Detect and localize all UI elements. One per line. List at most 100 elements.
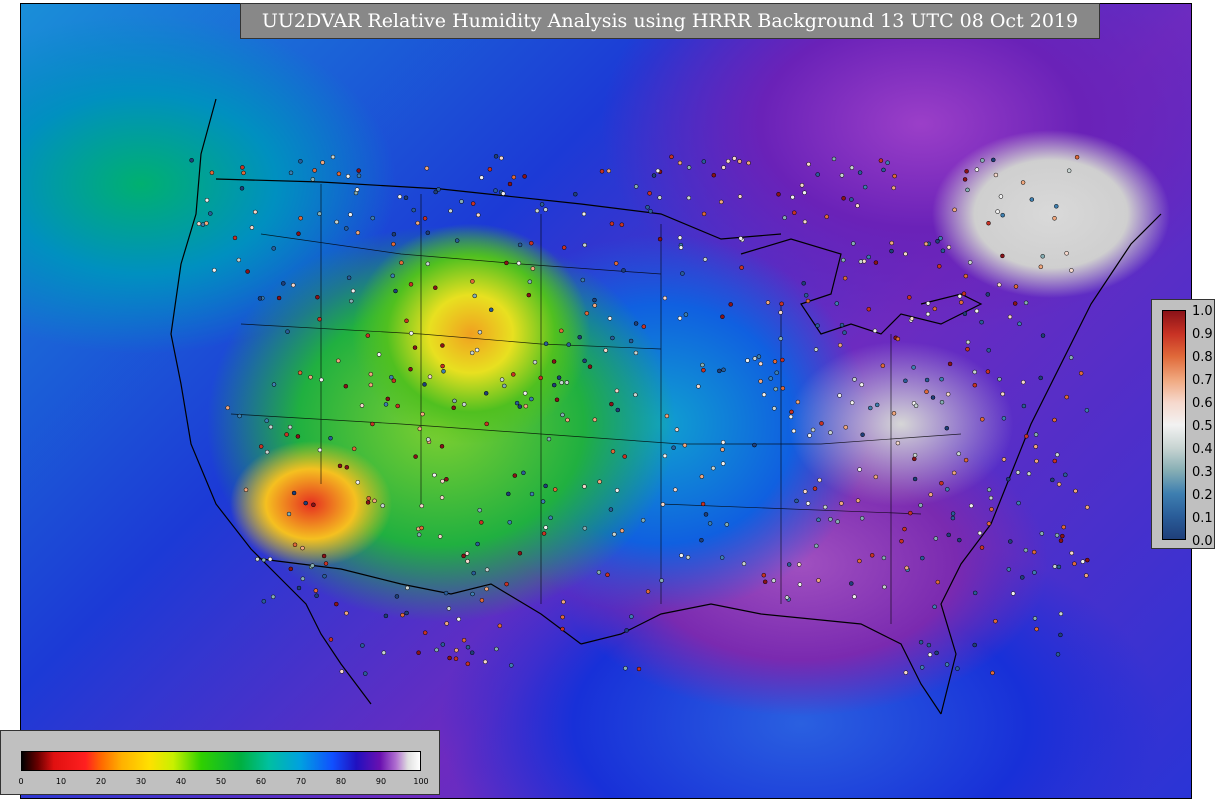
obs-marker — [925, 301, 931, 306]
legend-tick-label: 0.2 — [1192, 488, 1213, 503]
obs-marker — [1016, 500, 1021, 506]
obs-marker — [380, 503, 385, 508]
obs-marker — [813, 347, 819, 352]
colorbar-tick-label: 20 — [95, 777, 107, 786]
obs-marker — [741, 561, 747, 566]
obs-marker — [1085, 557, 1090, 563]
obs-marker — [546, 436, 552, 442]
obs-marker — [521, 470, 526, 476]
obs-marker — [784, 595, 790, 600]
obs-marker — [959, 300, 964, 305]
obs-marker — [607, 316, 613, 321]
obs-marker — [797, 582, 803, 587]
obs-marker — [433, 189, 438, 195]
obs-marker — [296, 585, 302, 591]
obs-marker — [530, 266, 536, 271]
obs-marker — [881, 167, 886, 173]
colorbar-tick-label: 70 — [295, 777, 307, 786]
obs-marker — [824, 214, 829, 219]
obs-marker — [506, 491, 511, 497]
obs-marker — [859, 516, 865, 521]
obs-marker — [700, 501, 706, 507]
obs-marker — [701, 211, 707, 217]
obs-marker — [721, 367, 726, 373]
obs-marker — [702, 257, 708, 262]
obs-marker — [372, 498, 377, 504]
obs-marker — [962, 177, 968, 182]
obs-marker — [393, 288, 398, 294]
obs-marker — [539, 202, 545, 207]
obs-marker — [444, 621, 449, 626]
obs-marker — [451, 405, 456, 411]
obs-marker — [972, 642, 977, 648]
obs-marker — [408, 366, 413, 372]
obs-marker — [504, 581, 509, 587]
colorbar-tick-label: 40 — [175, 777, 187, 786]
obs-marker — [907, 295, 912, 300]
obs-marker — [370, 215, 375, 221]
colorbar-tick-label: 30 — [135, 777, 147, 786]
obs-marker — [678, 245, 684, 250]
obs-marker — [640, 518, 646, 523]
obs-marker — [699, 537, 704, 543]
obs-marker — [772, 406, 777, 411]
obs-marker — [577, 334, 582, 340]
legend-tick-label: 1.0 — [1192, 304, 1213, 319]
obs-marker — [1000, 212, 1005, 218]
obs-marker — [657, 236, 663, 242]
obs-marker — [1060, 533, 1065, 539]
obs-marker — [1039, 531, 1045, 536]
obs-marker — [939, 480, 944, 486]
obs-marker — [711, 172, 717, 178]
obs-marker — [866, 254, 871, 260]
obs-marker — [986, 220, 991, 226]
obs-marker — [615, 407, 621, 413]
obs-marker — [383, 402, 389, 407]
obs-marker — [752, 356, 758, 361]
obs-marker — [551, 359, 557, 364]
obs-marker — [267, 556, 273, 562]
obs-marker — [288, 170, 294, 176]
obs-marker — [581, 211, 587, 217]
obs-marker — [419, 503, 424, 509]
great-lakes-outline — [740, 238, 983, 335]
obs-marker — [790, 194, 795, 200]
obs-marker — [204, 197, 210, 203]
obs-marker — [908, 510, 913, 516]
obs-marker — [395, 403, 400, 409]
obs-marker — [842, 330, 847, 335]
obs-marker — [1074, 154, 1080, 160]
obs-marker — [609, 401, 614, 407]
obs-marker — [239, 186, 245, 191]
obs-marker — [504, 260, 509, 266]
obs-marker — [673, 487, 678, 492]
east-coast-line — [940, 213, 1162, 715]
obs-marker — [1012, 301, 1018, 306]
obs-marker — [609, 221, 615, 226]
obs-marker — [297, 370, 303, 376]
obs-marker — [446, 606, 452, 611]
obs-marker — [225, 405, 230, 411]
obs-marker — [972, 382, 978, 388]
obs-marker — [849, 197, 854, 202]
obs-marker — [998, 194, 1004, 199]
obs-marker — [835, 519, 840, 524]
obs-marker — [957, 537, 962, 543]
obs-marker — [433, 285, 438, 290]
colorbar-panel: 0 10 20 30 40 50 60 70 80 90 100 — [0, 730, 440, 795]
obs-marker — [394, 594, 400, 599]
obs-marker — [501, 191, 506, 196]
obs-marker — [366, 496, 371, 501]
obs-marker — [881, 555, 887, 561]
obs-marker — [420, 411, 425, 417]
obs-marker — [409, 331, 414, 336]
obs-marker — [419, 525, 424, 531]
obs-marker — [257, 296, 263, 301]
obs-marker — [810, 427, 816, 433]
obs-marker — [448, 208, 453, 214]
obs-marker — [1006, 567, 1012, 572]
colorbar-tick-label: 100 — [413, 777, 429, 786]
obs-marker — [950, 515, 956, 521]
obs-marker — [355, 480, 361, 485]
obs-marker — [980, 158, 985, 163]
